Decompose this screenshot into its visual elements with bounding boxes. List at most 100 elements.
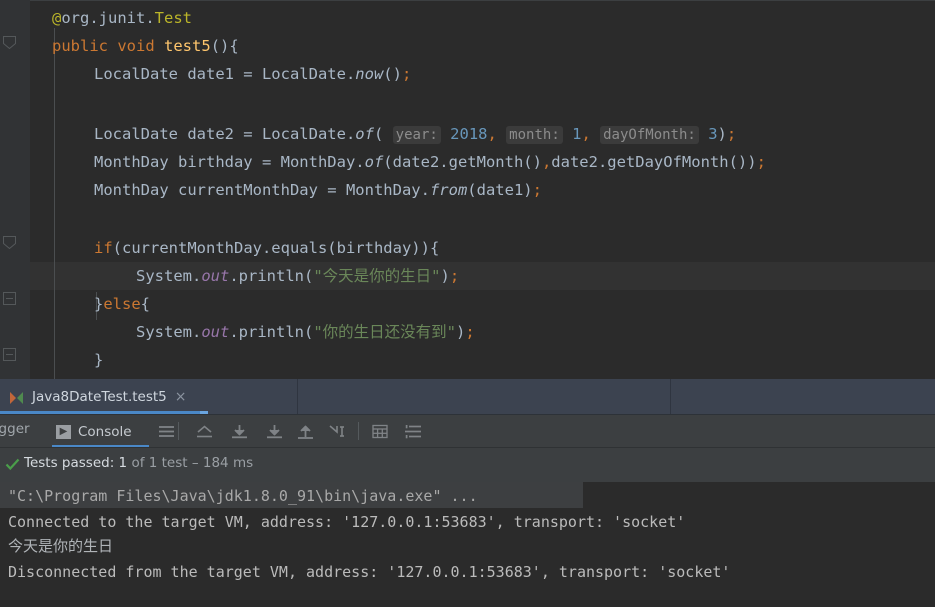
settings-lines-icon[interactable]: [404, 424, 422, 443]
code-token: now: [355, 65, 384, 83]
soft-wrap-icon[interactable]: [158, 424, 175, 443]
tab-console[interactable]: ▶ Console: [56, 415, 132, 448]
scroll-to-top-icon[interactable]: [196, 424, 213, 443]
close-icon[interactable]: ×: [175, 390, 187, 404]
fold-block-icon[interactable]: [3, 348, 16, 361]
tab-divider: [670, 379, 671, 414]
code-token: dayOfMonth:: [600, 126, 699, 144]
tab-label: Java8DateTest.test5: [32, 389, 167, 405]
code-token: 2018: [450, 125, 488, 143]
code-token: ): [440, 267, 450, 285]
code-token: }: [94, 351, 104, 369]
code-token: out: [201, 323, 230, 341]
green-check-icon: [5, 457, 20, 472]
code-token: year:: [392, 126, 441, 144]
code-token: LocalDate date1 = LocalDate.: [94, 65, 356, 83]
console-tab-label: Console: [78, 423, 132, 440]
code-token: month:: [506, 126, 563, 144]
run-configuration-icon: [9, 390, 25, 404]
fold-block-icon[interactable]: [3, 292, 16, 305]
export-icon[interactable]: [297, 424, 314, 443]
code-token: else: [103, 295, 141, 313]
code-line[interactable]: public void test5(){: [52, 32, 239, 60]
code-token: (){: [210, 37, 239, 55]
toolbar-separator: [358, 422, 359, 440]
code-token: ;: [756, 153, 766, 171]
code-token: test5: [164, 37, 211, 55]
code-token: of: [364, 153, 384, 171]
code-line[interactable]: LocalDate date1 = LocalDate.now();: [94, 60, 411, 88]
code-line[interactable]: @org.junit.Test: [52, 4, 192, 32]
code-token: public: [52, 37, 108, 55]
console-play-icon: ▶: [56, 424, 71, 439]
code-token: ): [456, 323, 466, 341]
editor-top-divider: [0, 0, 935, 1]
code-line[interactable]: }else{: [94, 290, 150, 318]
fold-collapse-icon[interactable]: [3, 36, 16, 49]
toolbar-separator: [178, 422, 179, 440]
editor-gutter[interactable]: [0, 0, 30, 379]
code-line[interactable]: [94, 204, 103, 232]
code-line[interactable]: if(currentMonthDay.equals(birthday)){: [94, 234, 439, 262]
code-token: (date1): [467, 181, 533, 199]
code-line[interactable]: [94, 88, 103, 116]
code-token: (: [373, 125, 384, 143]
tab-java8datetest-test5[interactable]: Java8DateTest.test5 ×: [0, 379, 208, 415]
code-token: .println(: [229, 267, 314, 285]
scroll-to-end-icon[interactable]: [231, 424, 248, 443]
code-token: if: [94, 239, 113, 257]
code-token: 3: [708, 125, 718, 143]
tests-passed-count: 1: [118, 455, 128, 471]
test-status-text: Tests passed: 1 of 1 test – 184 ms: [24, 455, 253, 471]
code-token: of: [355, 125, 374, 143]
tab-debugger[interactable]: ugger: [0, 421, 30, 437]
code-token: LocalDate date2 = LocalDate.: [94, 125, 356, 143]
code-token: ;: [449, 267, 460, 285]
code-line[interactable]: LocalDate date2 = LocalDate.of( year: 20…: [94, 120, 736, 148]
code-token: .println(: [229, 323, 314, 341]
code-token: ;: [532, 181, 542, 199]
run-tab-bar[interactable]: Java8DateTest.test5 ×: [0, 379, 935, 415]
code-line[interactable]: System.out.println("今天是你的生日");: [136, 262, 459, 290]
console-command-line: "C:\Program Files\Java\jdk1.8.0_91\bin\j…: [8, 487, 478, 505]
console-output[interactable]: "C:\Program Files\Java\jdk1.8.0_91\bin\j…: [0, 482, 935, 607]
code-token: date2.getDayOfMonth()): [551, 153, 757, 171]
code-token: ,: [487, 125, 497, 143]
code-token: (date2.getMonth(): [383, 153, 542, 171]
code-token: ,: [541, 153, 552, 171]
code-token: Test: [154, 9, 192, 27]
code-token: ;: [726, 125, 737, 143]
fold-collapse-icon[interactable]: [3, 236, 16, 249]
print-icon[interactable]: [266, 424, 283, 443]
code-line[interactable]: System.out.println("你的生日还没有到");: [136, 318, 475, 346]
console-toolbar[interactable]: ugger ▶ Console: [0, 415, 935, 448]
code-token: }: [94, 295, 104, 313]
tests-passed-label: Tests passed:: [24, 455, 115, 471]
code-token: MonthDay birthday = MonthDay.: [94, 153, 365, 171]
code-token: @: [52, 9, 62, 27]
code-token: ;: [465, 323, 475, 341]
tab-divider: [297, 379, 298, 414]
code-line[interactable]: }: [94, 346, 103, 374]
code-line[interactable]: MonthDay birthday = MonthDay.of(date2.ge…: [94, 148, 766, 176]
use-soft-wraps-icon[interactable]: [372, 424, 388, 443]
code-token: ): [717, 125, 727, 143]
code-token: System.: [136, 323, 202, 341]
code-token: ;: [401, 65, 412, 83]
code-token: (currentMonthDay.equals(birthday)){: [112, 239, 440, 257]
code-editor[interactable]: @org.junit.Test public void test5(){Local…: [0, 0, 935, 379]
code-token: out: [201, 267, 230, 285]
console-output-line: Connected to the target VM, address: '12…: [8, 513, 686, 531]
console-output-line: 今天是你的生日: [8, 537, 114, 555]
test-status-bar: Tests passed: 1 of 1 test – 184 ms: [0, 448, 935, 482]
code-line[interactable]: MonthDay currentMonthDay = MonthDay.from…: [94, 176, 542, 204]
code-token: from: [429, 181, 468, 199]
clear-all-icon[interactable]: [329, 424, 347, 443]
